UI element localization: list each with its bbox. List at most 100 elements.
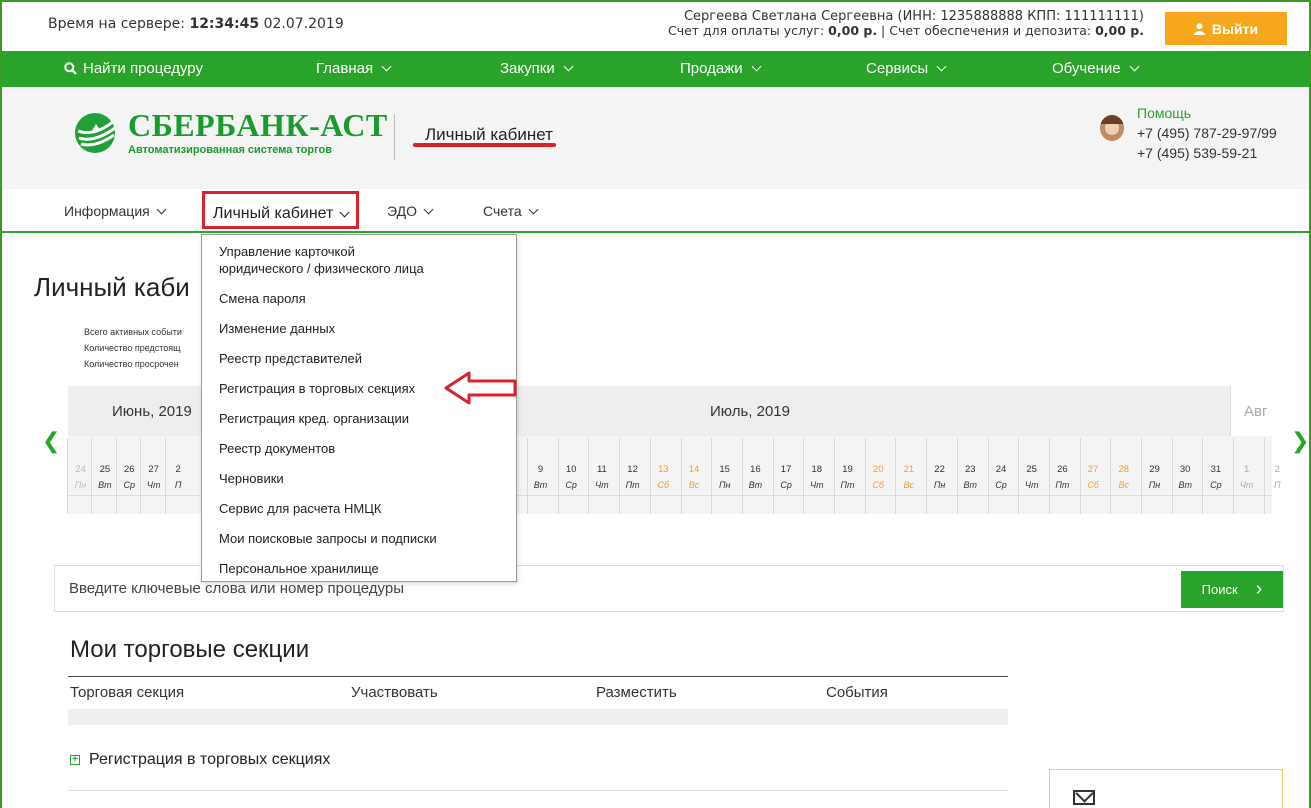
- user-icon: [1193, 22, 1205, 35]
- help-link[interactable]: Помощь: [1137, 103, 1277, 123]
- phone-1: +7 (495) 787-29-97/99: [1137, 125, 1277, 141]
- messages-card[interactable]: [1049, 769, 1283, 808]
- register-sections-link[interactable]: + Регистрация в торговых секциях: [70, 751, 330, 769]
- calendar-day-july-14[interactable]: 14: [682, 464, 707, 475]
- calendar-day-july-24[interactable]: 24: [989, 464, 1014, 475]
- menu-item-section-registration[interactable]: Регистрация в торговых секциях: [219, 380, 415, 397]
- calendar-day-july-25[interactable]: 25: [1019, 464, 1044, 475]
- subnav-cabinet[interactable]: Личный кабинет: [202, 191, 359, 229]
- calendar-weekday-july-18: Чт: [810, 480, 824, 490]
- calendar-prev-icon[interactable]: ❮: [42, 428, 60, 454]
- calendar-weekday-july-19: Пт: [840, 480, 855, 490]
- col-participate: Участвовать: [351, 684, 438, 701]
- calendar-day-divider: [164, 438, 166, 514]
- calendar-day-july-15[interactable]: 15: [712, 464, 737, 475]
- calendar-weekday-july-20: Сб: [872, 480, 884, 490]
- nav-home[interactable]: Главная: [316, 60, 392, 77]
- calendar-weekday-july-9: Вт: [533, 480, 548, 490]
- menu-item-document-registry[interactable]: Реестр документов: [219, 440, 335, 457]
- calendar-day-july-29[interactable]: 29: [1142, 464, 1167, 475]
- calendar-day-july-30[interactable]: 30: [1173, 464, 1198, 475]
- stat-upcoming: Количество предстоящ: [84, 343, 181, 353]
- calendar-day-june-2[interactable]: 2: [166, 464, 191, 475]
- calendar-day-july-10[interactable]: 10: [559, 464, 584, 475]
- calendar-day-aug-2[interactable]: 2: [1265, 464, 1290, 475]
- main-nav: Найти процедуру Главная Закупки Продажи …: [2, 51, 1309, 87]
- calendar-day-july-31[interactable]: 31: [1203, 464, 1228, 475]
- calendar-day-divider: [926, 438, 928, 514]
- nav-education[interactable]: Обучение: [1052, 60, 1140, 77]
- calendar-day-july-12[interactable]: 12: [620, 464, 645, 475]
- menu-item-change-data[interactable]: Изменение данных: [219, 320, 335, 337]
- calendar-day-divider: [588, 438, 590, 514]
- stat-active-events: Всего активных событи: [84, 327, 182, 337]
- menu-item-search-subscriptions[interactable]: Мои поисковые запросы и подписки: [219, 530, 437, 547]
- calendar-day-divider: [1171, 438, 1173, 514]
- calendar-day-divider: [67, 438, 68, 514]
- calendar-weekday-july-28: Вс: [1118, 480, 1130, 490]
- top-info-bar: Время на сервере: 12:34:45 02.07.2019 Се…: [2, 2, 1309, 49]
- subnav-edo[interactable]: ЭДО: [387, 203, 434, 219]
- col-events: События: [826, 684, 888, 701]
- calendar-day-july-19[interactable]: 19: [835, 464, 860, 475]
- calendar-day-divider: [619, 438, 621, 514]
- calendar-day-divider: [1110, 438, 1112, 514]
- chevron-down-icon: [339, 207, 350, 217]
- calendar-day-divider: [772, 438, 774, 514]
- logo-icon: [75, 112, 116, 153]
- calendar-day-june-27[interactable]: 27: [141, 464, 166, 475]
- logout-button[interactable]: Выйти: [1165, 12, 1287, 45]
- calendar-day-divider: [803, 438, 805, 514]
- calendar-day-divider: [956, 438, 958, 514]
- page-frame: Время на сервере: 12:34:45 02.07.2019 Се…: [0, 0, 1311, 808]
- calendar-day-july-13[interactable]: 13: [651, 464, 676, 475]
- menu-item-personal-storage[interactable]: Персональное хранилище: [219, 560, 379, 577]
- nav-sales[interactable]: Продажи: [680, 60, 762, 77]
- nav-purchases[interactable]: Закупки: [500, 60, 574, 77]
- sberbank-ast-logo[interactable]: СБЕРБАНК-АСТ Автоматизированная система …: [72, 109, 388, 156]
- server-time: Время на сервере: 12:34:45 02.07.2019: [48, 16, 344, 32]
- calendar-day-july-26[interactable]: 26: [1050, 464, 1075, 475]
- calendar-day-july-17[interactable]: 17: [774, 464, 799, 475]
- menu-item-drafts[interactable]: Черновики: [219, 470, 284, 487]
- calendar-weekday-july-23: Вт: [963, 480, 978, 490]
- chevron-down-icon: [751, 61, 762, 72]
- calendar-day-divider: [1202, 438, 1204, 514]
- menu-item-representatives[interactable]: Реестр представителей: [219, 350, 362, 367]
- calendar-day-july-16[interactable]: 16: [743, 464, 768, 475]
- menu-item-manage-card[interactable]: Управление карточкой юридического / физи…: [219, 243, 424, 277]
- calendar-day-aug-1[interactable]: 1: [1234, 464, 1259, 475]
- calendar-day-june-25[interactable]: 25: [92, 464, 117, 475]
- calendar-day-july-11[interactable]: 11: [589, 464, 614, 475]
- menu-item-nmck-service[interactable]: Сервис для расчета НМЦК: [219, 500, 381, 517]
- calendar-weekday-july-30: Вт: [1178, 480, 1192, 490]
- sections-header-rule: [68, 676, 1008, 677]
- calendar-day-june-24[interactable]: 24: [68, 464, 93, 475]
- subnav-info[interactable]: Информация: [64, 203, 167, 219]
- menu-item-change-password[interactable]: Смена пароля: [219, 290, 306, 307]
- menu-item-credit-org-registration[interactable]: Регистрация кред. организации: [219, 410, 409, 427]
- calendar-next-icon[interactable]: ❯: [1291, 428, 1309, 454]
- search-button[interactable]: Поиск ›: [1181, 571, 1283, 608]
- calendar-day-july-22[interactable]: 22: [927, 464, 952, 475]
- calendar-weekday-july-22: Пн: [933, 480, 946, 490]
- calendar-day-july-28[interactable]: 28: [1111, 464, 1136, 475]
- calendar-day-july-9[interactable]: 9: [528, 464, 553, 475]
- calendar-weekday-july-15: Пн: [718, 480, 731, 490]
- red-arrow-annotation: [444, 371, 517, 405]
- find-procedure-link[interactable]: Найти процедуру: [64, 60, 203, 77]
- calendar-day-june-26[interactable]: 26: [117, 464, 142, 475]
- calendar-day-divider: [1233, 438, 1235, 514]
- chevron-down-icon: [528, 204, 539, 214]
- server-date: 02.07.2019: [263, 16, 344, 32]
- subnav-accounts[interactable]: Счета: [483, 203, 539, 219]
- calendar-weekday-july-21: Вс: [903, 480, 915, 490]
- calendar-day-july-23[interactable]: 23: [958, 464, 983, 475]
- account-balances: Счет для оплаты услуг: 0,00 р. | Счет об…: [667, 23, 1144, 38]
- calendar-day-july-27[interactable]: 27: [1081, 464, 1106, 475]
- calendar-day-july-21[interactable]: 21: [896, 464, 921, 475]
- calendar-day-july-20[interactable]: 20: [866, 464, 891, 475]
- nav-services[interactable]: Сервисы: [866, 60, 947, 77]
- calendar-day-july-18[interactable]: 18: [804, 464, 829, 475]
- col-trading-section: Торговая секция: [70, 684, 185, 701]
